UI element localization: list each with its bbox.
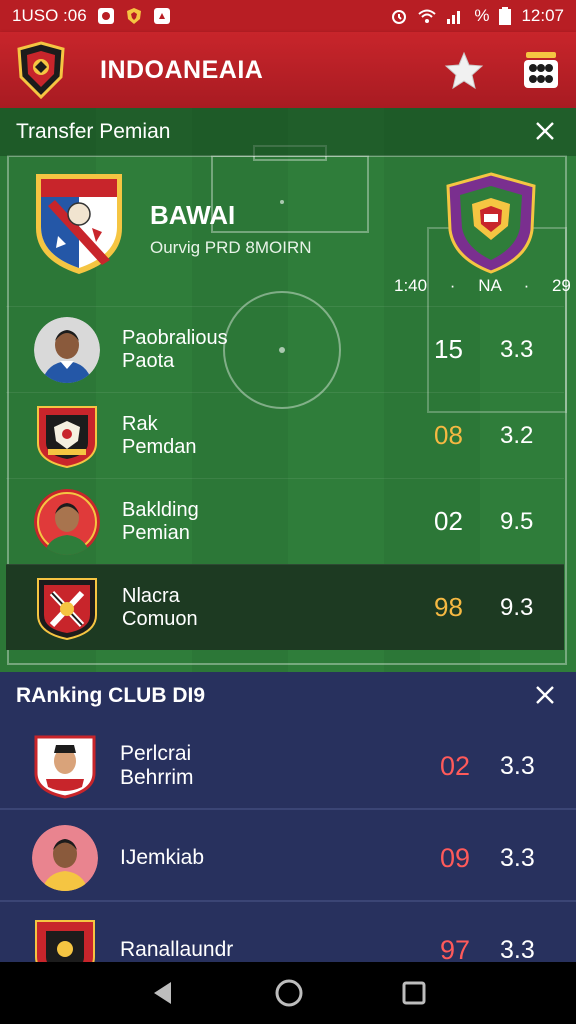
alarm-icon bbox=[392, 10, 407, 24]
player-value: 3.2 bbox=[500, 421, 534, 449]
app-title: INDOANEAIA bbox=[100, 55, 264, 84]
star-icon[interactable] bbox=[444, 50, 484, 90]
status-left-text: 1USO :06 bbox=[12, 6, 87, 25]
player-number: 02 bbox=[434, 506, 463, 536]
ranking-panel: RAnking CLUB DI9 Perlcrai Behrrim 02 3.3… bbox=[0, 672, 576, 962]
grid-menu-icon[interactable] bbox=[522, 50, 560, 90]
club-name: Ranallaundr bbox=[120, 938, 234, 961]
wifi-icon bbox=[418, 9, 436, 23]
app-badge-icon bbox=[126, 8, 141, 24]
club-badge-icon bbox=[35, 920, 95, 962]
home-team-crest bbox=[36, 174, 122, 274]
status-bar: 1USO :06 % 12:07 bbox=[0, 0, 576, 32]
player-avatar bbox=[34, 488, 100, 555]
ranking-row[interactable]: Perlcrai Behrrim 02 3.3 bbox=[0, 724, 576, 810]
club-detail: Behrrim bbox=[120, 766, 194, 789]
player-number: 08 bbox=[434, 420, 463, 450]
home-icon[interactable] bbox=[274, 978, 304, 1008]
club-badge-icon bbox=[37, 405, 97, 468]
player-detail: Pemian bbox=[122, 521, 190, 544]
close-icon bbox=[536, 685, 554, 704]
player-row[interactable]: Rak Pemdan 08 3.2 bbox=[6, 392, 564, 478]
status-time: 12:07 bbox=[521, 6, 564, 25]
player-value: 3.3 bbox=[500, 335, 534, 363]
player-name: Nlacra bbox=[122, 584, 180, 607]
back-icon[interactable] bbox=[149, 979, 177, 1007]
club-score: 3.3 bbox=[500, 843, 535, 872]
ranking-row[interactable]: IJemkiab 09 3.3 bbox=[0, 816, 576, 902]
transfer-header: Transfer Pemian bbox=[0, 108, 576, 156]
match-subtitle: Ourvig PRD 8MOIRN bbox=[150, 238, 312, 257]
club-rank: 02 bbox=[440, 750, 471, 781]
player-value: 9.5 bbox=[500, 507, 534, 535]
player-row[interactable]: Baklding Pemian 02 9.5 bbox=[6, 478, 564, 564]
transfer-panel: Transfer Pemian BAWAI Ourvig PRD 8MOIRN … bbox=[0, 108, 576, 672]
club-badge-icon bbox=[37, 577, 97, 640]
club-name: IJemkiab bbox=[120, 846, 205, 869]
player-number: 98 bbox=[434, 592, 463, 622]
match-card[interactable]: BAWAI Ourvig PRD 8MOIRN 1:40 · NA · 29 bbox=[0, 156, 576, 306]
player-row-selected[interactable]: Nlacra Comuon 98 9.3 bbox=[6, 564, 564, 650]
close-icon bbox=[536, 121, 554, 140]
player-avatar bbox=[34, 316, 100, 383]
player-detail: Paota bbox=[122, 349, 175, 372]
club-rank: 09 bbox=[440, 842, 471, 873]
message-icon bbox=[153, 8, 170, 24]
app-bar: INDOANEAIA bbox=[0, 32, 576, 108]
player-detail: Comuon bbox=[122, 607, 198, 630]
signal-icon bbox=[447, 11, 461, 24]
ranking-header: RAnking CLUB DI9 bbox=[0, 672, 576, 720]
match-team-name: BAWAI bbox=[150, 200, 236, 230]
recents-icon[interactable] bbox=[401, 980, 427, 1006]
club-score: 3.3 bbox=[500, 751, 535, 780]
player-detail: Pemdan bbox=[122, 435, 197, 458]
system-nav-bar bbox=[0, 962, 576, 1024]
status-percent: % bbox=[474, 6, 490, 25]
transfer-title: Transfer Pemian bbox=[16, 120, 171, 143]
ranking-title: RAnking CLUB DI9 bbox=[16, 684, 205, 707]
club-score: 3.3 bbox=[500, 935, 535, 963]
battery-icon bbox=[499, 7, 512, 25]
player-number: 15 bbox=[434, 334, 463, 364]
club-name: Perlcrai bbox=[120, 742, 192, 765]
player-name: Paobralious bbox=[122, 326, 228, 349]
player-avatar bbox=[32, 825, 98, 891]
player-name: Baklding bbox=[122, 498, 199, 521]
ranking-close-button[interactable] bbox=[530, 681, 560, 712]
ranking-row[interactable]: Ranallaundr 97 3.3 bbox=[0, 908, 576, 962]
away-team-crest bbox=[446, 172, 536, 274]
transfer-close-button[interactable] bbox=[530, 117, 560, 148]
player-name: Rak bbox=[122, 412, 158, 435]
player-value: 9.3 bbox=[500, 593, 534, 621]
club-logo[interactable] bbox=[16, 41, 66, 99]
notification-icon bbox=[97, 8, 114, 24]
match-stats: 1:40 · NA · 29 bbox=[394, 276, 571, 295]
club-badge-icon bbox=[34, 735, 96, 799]
club-rank: 97 bbox=[440, 934, 471, 963]
player-row[interactable]: Paobralious Paota 15 3.3 bbox=[6, 306, 564, 392]
